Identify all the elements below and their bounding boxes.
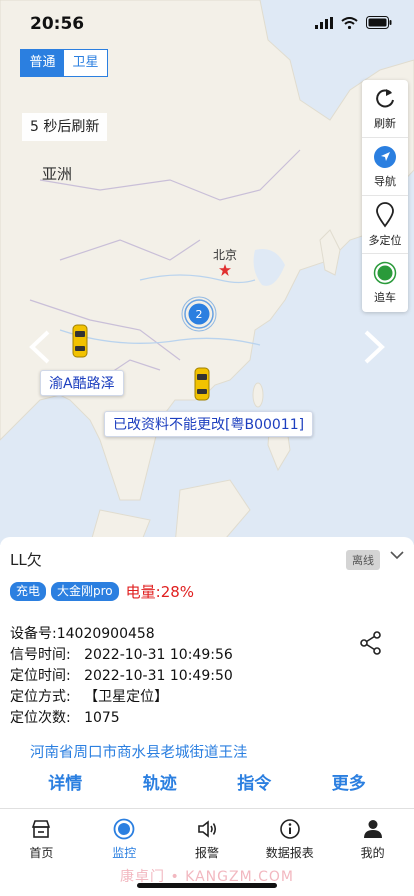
device-id: 设备号:14020900458 — [10, 626, 155, 642]
tab-profile-label: 我的 — [360, 846, 385, 860]
map-label-capital: 北京 — [213, 248, 238, 262]
battery-level: 电量:28% — [125, 583, 195, 601]
prev-vehicle-arrow[interactable] — [28, 330, 52, 364]
vehicle-label[interactable]: 渝A酷路泽 — [40, 370, 124, 396]
location-time: 定位时间: 2022-10-31 10:49:50 — [10, 668, 233, 684]
signal-icon — [315, 16, 333, 29]
track-car-button[interactable]: 追车 — [362, 254, 408, 312]
status-badge: 离线 — [346, 550, 380, 570]
home-icon — [32, 820, 51, 838]
device-name: LL欠 — [10, 551, 42, 569]
status-time: 20:56 — [30, 14, 85, 34]
device-details: 设备号:14020900458 信号时间: 2022-10-31 10:49:5… — [10, 624, 233, 729]
navigate-button[interactable]: 导航 — [362, 138, 408, 196]
refresh-countdown: 5 秒后刷新 — [22, 113, 108, 141]
chevron-down-icon[interactable] — [390, 551, 404, 560]
battery-icon — [366, 16, 392, 29]
cluster-count: 2 — [196, 308, 203, 321]
location-pin-icon — [376, 201, 394, 228]
share-icon[interactable] — [360, 631, 382, 655]
next-vehicle-arrow[interactable] — [362, 330, 386, 364]
device-actions: 详情 轨迹 指令 更多 — [0, 769, 414, 794]
navigate-icon — [374, 145, 396, 168]
device-address[interactable]: 河南省周口市商水县老城街道王洼 — [30, 741, 248, 762]
multi-locate-label: 多定位 — [368, 233, 402, 247]
track-car-icon — [373, 261, 397, 285]
map-tools-panel: 刷新 导航 多定位 追车 — [362, 80, 408, 312]
monitor-icon — [113, 818, 135, 840]
more-button[interactable]: 更多 — [314, 769, 384, 794]
vehicle-cluster-marker[interactable]: 2 — [181, 296, 217, 332]
watermark: 康卓门 • KANGZM.COM — [120, 869, 294, 885]
tag-model: 大金刚pro — [51, 582, 119, 601]
map-type-satellite[interactable]: 卫星 — [64, 50, 107, 76]
device-tags: 充电 大金刚pro 电量:28% — [10, 581, 194, 602]
refresh-label: 刷新 — [374, 116, 396, 130]
capital-star-icon — [219, 264, 231, 276]
vehicle-label[interactable]: 已改资料不能更改[粤B00011] — [104, 411, 314, 437]
track-car-label: 追车 — [374, 291, 396, 304]
alarm-speaker-icon — [198, 820, 217, 838]
signal-time: 信号时间: 2022-10-31 10:49:56 — [10, 647, 233, 663]
tab-home-label: 首页 — [29, 846, 54, 860]
multi-locate-button[interactable]: 多定位 — [362, 196, 408, 254]
map-view[interactable] — [0, 0, 414, 545]
map-label-continent: 亚洲 — [42, 165, 73, 183]
map-background — [0, 0, 414, 545]
refresh-button[interactable]: 刷新 — [362, 80, 408, 138]
location-count: 定位次数: 1075 — [10, 710, 120, 726]
user-icon — [363, 820, 382, 838]
command-button[interactable]: 指令 — [219, 769, 289, 794]
vehicle-marker-car-icon[interactable] — [194, 367, 210, 401]
details-button[interactable]: 详情 — [30, 769, 100, 794]
tag-charging: 充电 — [10, 582, 47, 601]
track-button[interactable]: 轨迹 — [125, 769, 195, 794]
tab-monitor-label: 监控 — [112, 846, 137, 860]
location-method: 定位方式: 【卫星定位】 — [10, 689, 169, 705]
map-type-toggle: 普通 卫星 — [20, 49, 108, 77]
status-bar: 20:56 — [0, 0, 414, 48]
tab-alarm-label: 报警 — [194, 846, 219, 860]
map-type-normal[interactable]: 普通 — [21, 50, 64, 76]
navigate-label: 导航 — [374, 174, 396, 188]
device-info-sheet: LL欠 离线 充电 大金刚pro 电量:28% 设备号:14020900458 … — [0, 537, 414, 837]
wifi-icon — [341, 16, 358, 29]
tab-reports-label: 数据报表 — [265, 846, 314, 860]
vehicle-marker-car-icon[interactable] — [72, 324, 88, 358]
refresh-icon — [376, 88, 394, 107]
info-icon — [279, 819, 300, 839]
